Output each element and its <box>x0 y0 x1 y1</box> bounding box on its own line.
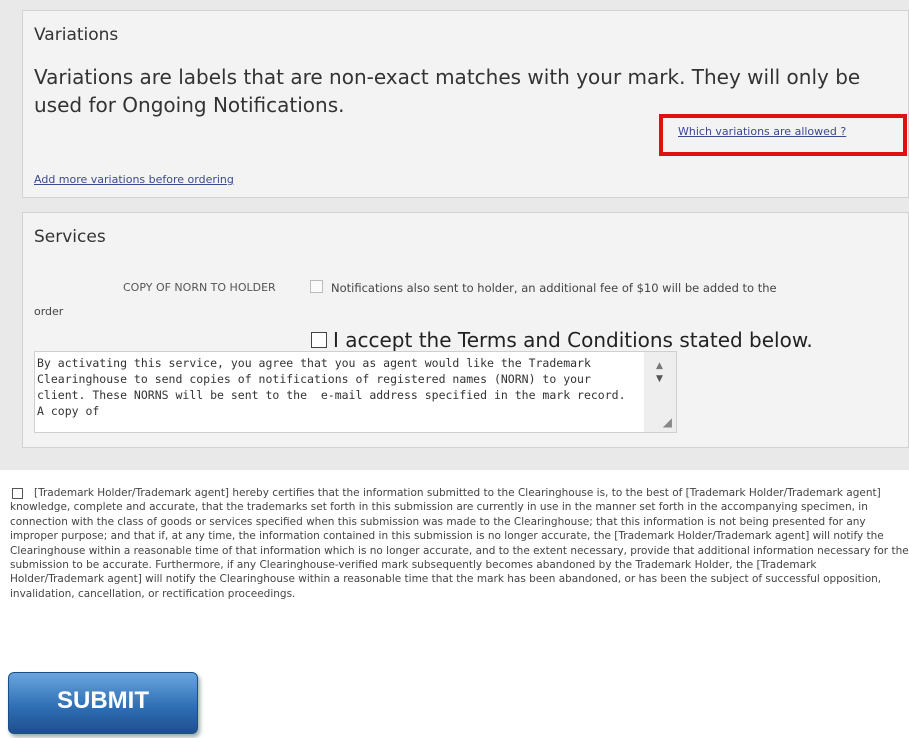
which-variations-link[interactable]: Which variations are allowed ? <box>678 125 846 138</box>
accept-terms-row: I accept the Terms and Conditions stated… <box>311 328 813 352</box>
variations-title: Variations <box>34 25 119 45</box>
scroll-down-icon[interactable]: ▼ <box>656 374 663 384</box>
certification-text: [Trademark Holder/Trademark agent] hereb… <box>10 487 909 600</box>
order-form-area: Variations Variations are labels that ar… <box>0 0 909 470</box>
accept-terms-checkbox[interactable] <box>311 332 327 348</box>
norn-checkbox[interactable] <box>310 280 323 293</box>
terms-textarea[interactable]: By activating this service, you agree th… <box>34 351 677 433</box>
variations-panel: Variations Variations are labels that ar… <box>22 10 909 198</box>
norn-description-continued: order <box>34 305 64 318</box>
variations-description: Variations are labels that are non-exact… <box>34 65 861 117</box>
accept-terms-label: I accept the Terms and Conditions stated… <box>333 328 813 352</box>
services-panel: Services COPY OF NORN TO HOLDER Notifica… <box>22 212 909 448</box>
norn-description: Notifications also sent to holder, an ad… <box>331 281 777 295</box>
terms-text: By activating this service, you agree th… <box>37 356 633 418</box>
terms-scrollbar[interactable]: ▲ ▼ ◢ <box>644 352 676 432</box>
services-title: Services <box>34 227 106 247</box>
scroll-up-icon[interactable]: ▲ <box>656 361 663 371</box>
add-more-variations-link[interactable]: Add more variations before ordering <box>34 173 234 186</box>
norn-label: COPY OF NORN TO HOLDER <box>123 281 276 294</box>
submit-button[interactable]: SUBMIT <box>8 672 198 734</box>
resize-grip-icon[interactable]: ◢ <box>663 415 672 429</box>
